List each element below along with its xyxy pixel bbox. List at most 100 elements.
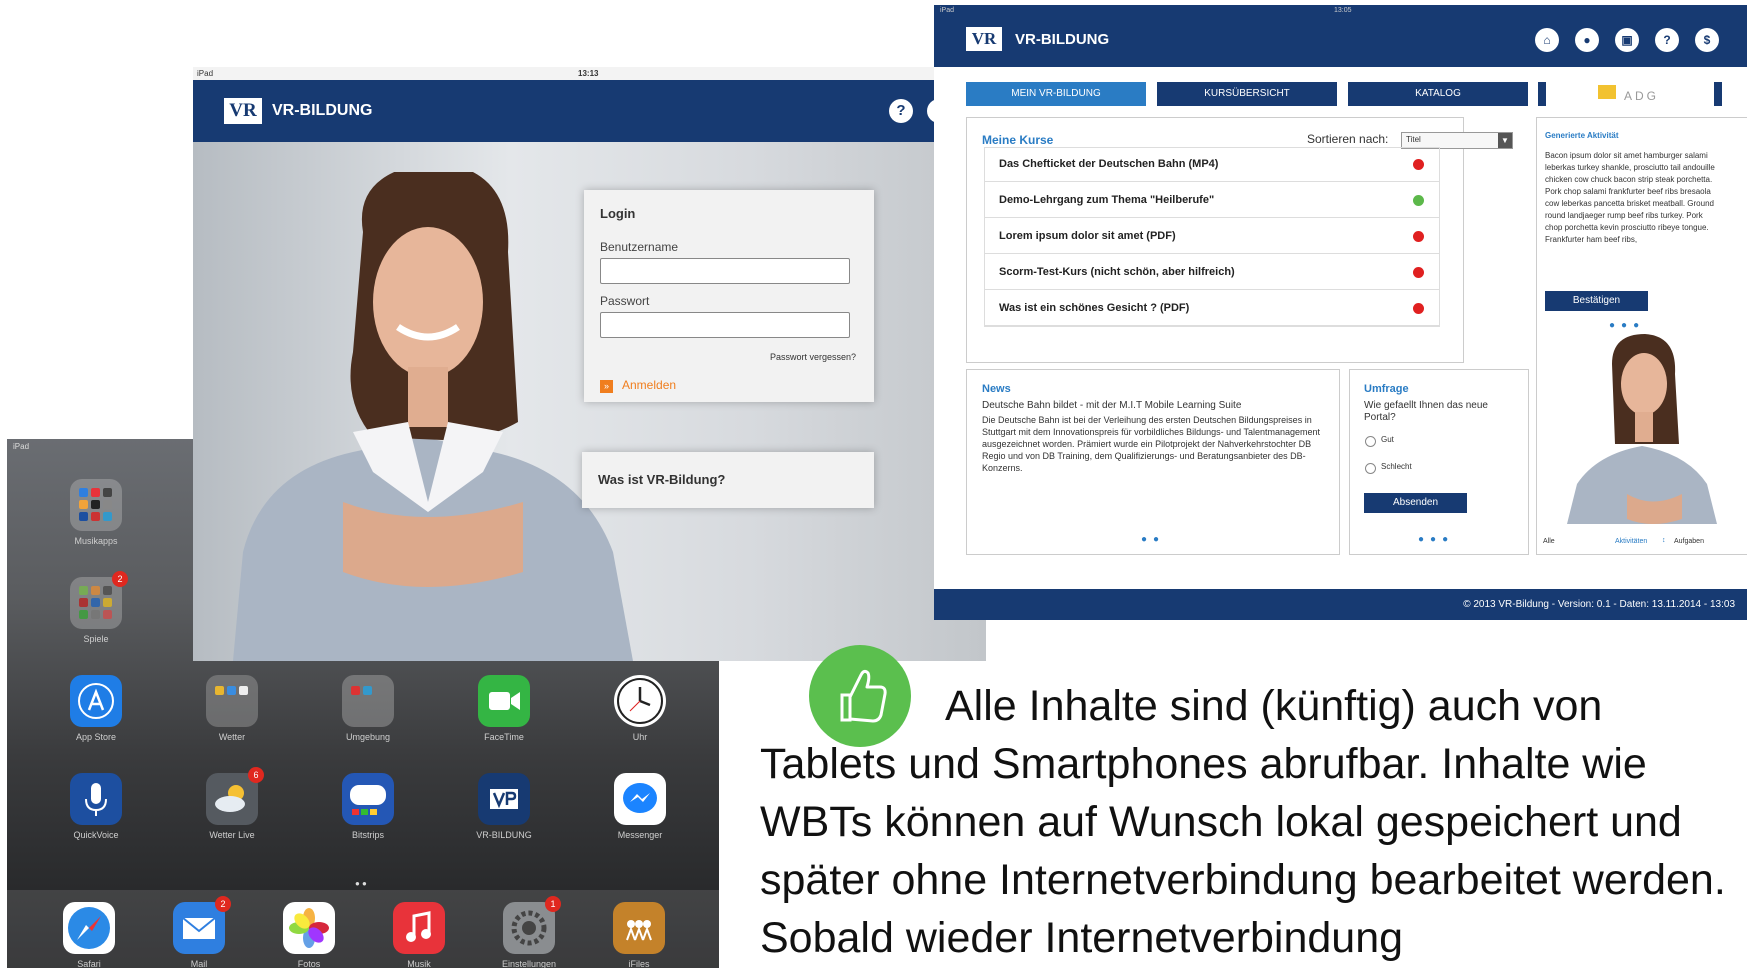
app-label: Safari — [77, 959, 101, 968]
help-icon[interactable]: ? — [1655, 28, 1679, 52]
app-quickvoice[interactable]: QuickVoice — [54, 773, 138, 840]
folder-musikapps[interactable]: Musikapps — [54, 479, 138, 546]
poll-question: Wie gefaellt Ihnen das neue Portal? — [1364, 400, 1488, 423]
woman-photo — [1567, 334, 1717, 524]
course-row[interactable]: Scorm-Test-Kurs (nicht schön, aber hilfr… — [984, 255, 1440, 290]
tab-mein-vr-bildung[interactable]: MEIN VR-BILDUNG — [966, 82, 1146, 106]
login-screen: iPad 13:13 VR VR-BILDUNG ? Login Benutze… — [193, 67, 986, 661]
folder-label: Musikapps — [74, 536, 118, 546]
app-facetime[interactable]: FaceTime — [462, 675, 546, 742]
info-panel[interactable]: Was ist VR-Bildung? — [582, 452, 874, 508]
course-title: Das Chefticket der Deutschen Bahn (MP4) — [999, 158, 1219, 170]
poll-pager[interactable]: ●●● — [1418, 534, 1454, 545]
app-label: Messenger — [617, 830, 663, 840]
activity-pager[interactable]: ●●● — [1609, 320, 1645, 331]
poll-panel: Umfrage Wie gefaellt Ihnen das neue Port… — [1349, 369, 1529, 555]
courses-title: Meine Kurse — [982, 133, 1054, 147]
app-wetter-live[interactable]: 6 Wetter Live — [190, 767, 274, 840]
microphone-icon — [70, 773, 122, 825]
app-einstellungen[interactable]: 1 Einstellungen — [487, 896, 571, 968]
password-field[interactable] — [600, 312, 850, 338]
app-bitstrips[interactable]: Bitstrips — [326, 773, 410, 840]
mail-icon: 2 — [173, 896, 231, 954]
files-icon — [613, 902, 665, 954]
login-button[interactable]: Anmelden — [622, 378, 676, 392]
vr-logo-icon: VR — [966, 27, 1002, 51]
username-field[interactable] — [600, 258, 850, 284]
course-title: Was ist ein schönes Gesicht ? (PDF) — [999, 302, 1190, 314]
dock: Safari 2 Mail Fotos Musik 1 Einstellunge… — [7, 890, 719, 968]
app-messenger[interactable]: Messenger — [598, 773, 682, 840]
filter-activities[interactable]: Aktivitäten — [1615, 538, 1647, 545]
notification-badge: 1 — [545, 896, 561, 912]
radio-gut[interactable] — [1365, 436, 1376, 447]
filter-tasks[interactable]: Aufgaben — [1674, 538, 1704, 545]
facetime-icon — [478, 675, 530, 727]
confirm-button[interactable]: Bestätigen — [1545, 291, 1648, 311]
arrow-right-icon: » — [600, 380, 613, 393]
activity-title: Generierte Aktivität — [1545, 131, 1619, 140]
forgot-password-link[interactable]: Passwort vergessen? — [770, 352, 856, 362]
tab-kursuebersicht[interactable]: KURSÜBERSICHT — [1157, 82, 1337, 106]
app-label: Mail — [190, 959, 208, 968]
app-umgebung[interactable]: Umgebung — [326, 675, 410, 742]
adg-label: ADG — [1624, 89, 1660, 103]
tab-katalog[interactable]: KATALOG — [1348, 82, 1528, 106]
password-label: Passwort — [600, 294, 650, 308]
speech-bubble-icon — [342, 773, 394, 825]
option-label: Gut — [1381, 435, 1394, 444]
folder-icon: 2 — [70, 571, 128, 629]
news-panel: News Deutsche Bahn bildet - mit der M.I.… — [966, 369, 1340, 555]
course-title: Demo-Lehrgang zum Thema "Heilberufe" — [999, 194, 1215, 206]
sort-label: Sortieren nach: — [1307, 132, 1389, 146]
course-row[interactable]: Was ist ein schönes Gesicht ? (PDF) — [984, 291, 1440, 326]
app-label: Einstellungen — [501, 959, 557, 968]
weather-icon: 6 — [206, 767, 264, 825]
clock-icon — [614, 675, 666, 727]
dollar-icon[interactable]: $ — [1695, 28, 1719, 52]
app-app-store[interactable]: App Store — [54, 675, 138, 742]
page-indicator: ● ● — [355, 879, 367, 888]
status-dot — [1413, 159, 1424, 170]
app-header: VR VR-BILDUNG ? — [193, 80, 986, 142]
submit-poll-button[interactable]: Absenden — [1364, 493, 1467, 513]
info-link[interactable]: Was ist VR-Bildung? — [598, 472, 725, 487]
app-safari[interactable]: Safari — [47, 902, 131, 968]
app-fotos[interactable]: Fotos — [267, 902, 351, 968]
lock-icon[interactable]: ▣ — [1615, 28, 1639, 52]
home-icon[interactable]: ⌂ — [1535, 28, 1559, 52]
music-icon — [393, 902, 445, 954]
status-time: 13:13 — [578, 69, 599, 78]
course-row[interactable]: Lorem ipsum dolor sit amet (PDF) — [984, 219, 1440, 254]
filter-all[interactable]: Alle — [1543, 538, 1555, 545]
app-ifiles[interactable]: iFiles — [597, 902, 681, 968]
course-row[interactable]: Das Chefticket der Deutschen Bahn (MP4) — [984, 147, 1440, 182]
app-musik[interactable]: Musik — [377, 902, 461, 968]
brand-name: VR-BILDUNG — [272, 102, 373, 119]
portal-header: iPad 13:05 VR VR-BILDUNG ⌂ ● ▣ ? $ — [934, 5, 1747, 67]
folder-icon — [342, 675, 394, 727]
login-panel: Login Benutzername Passwort Passwort ver… — [584, 190, 874, 402]
app-label: Umgebung — [345, 732, 391, 742]
notification-badge: 2 — [215, 896, 231, 912]
status-bar: iPad — [13, 442, 30, 451]
app-label: iFiles — [628, 959, 650, 968]
main-text: Alle Inhalte sind (künftig) auch von Tab… — [760, 677, 1745, 967]
app-label: Wetter — [218, 732, 246, 742]
vr-logo-icon — [478, 773, 530, 825]
news-headline[interactable]: Deutsche Bahn bildet - mit der M.I.T Mob… — [982, 400, 1327, 412]
user-icon[interactable]: ● — [1575, 28, 1599, 52]
app-wetter[interactable]: Wetter — [190, 675, 274, 742]
folder-spiele[interactable]: 2 Spiele — [54, 571, 138, 644]
news-pager[interactable]: ●● — [1141, 534, 1165, 545]
app-label: Wetter Live — [209, 830, 255, 840]
app-vr-bildung[interactable]: VR-BILDUNG — [462, 773, 546, 840]
radio-schlecht[interactable] — [1365, 463, 1376, 474]
sort-icon: ↕ — [1662, 537, 1666, 544]
help-icon[interactable]: ? — [889, 99, 913, 123]
course-row[interactable]: Demo-Lehrgang zum Thema "Heilberufe" — [984, 183, 1440, 218]
status-dot — [1413, 303, 1424, 314]
app-mail[interactable]: 2 Mail — [157, 896, 241, 968]
app-uhr[interactable]: Uhr — [598, 675, 682, 742]
news-text: Die Deutsche Bahn ist bei der Verleihung… — [982, 415, 1321, 473]
